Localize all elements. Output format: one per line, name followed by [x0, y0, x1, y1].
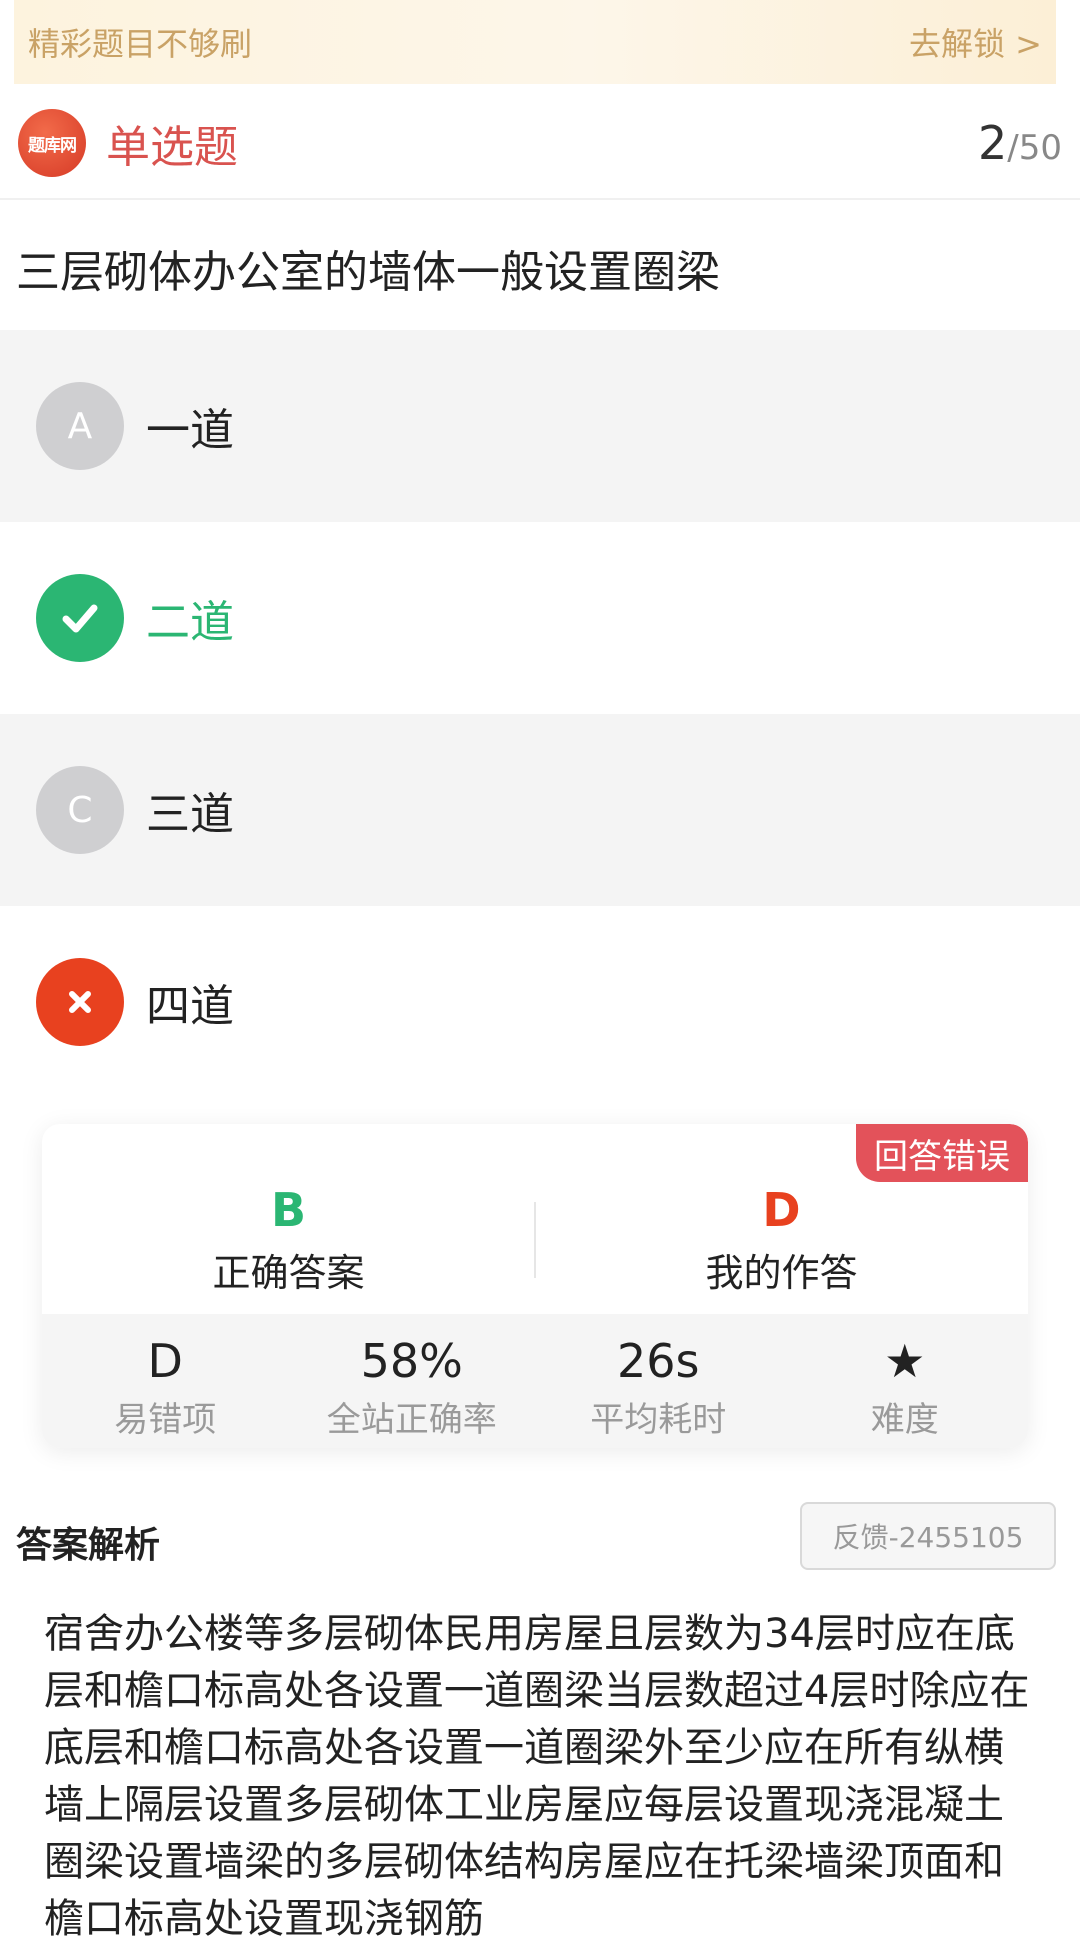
star-icon: ★ — [884, 1334, 926, 1388]
stat-difficulty: ★ 难度 — [782, 1314, 1029, 1448]
feedback-button[interactable]: 反馈-2455105 — [800, 1502, 1056, 1570]
current-question-number: 2 — [978, 116, 1008, 170]
stats-row: D 易错项 58% 全站正确率 26s 平均耗时 ★ 难度 — [42, 1314, 1028, 1448]
my-answer-label: 我的作答 — [705, 1251, 858, 1295]
result-card: B 正确答案 D 我的作答 回答错误 D 易错项 58% 全站正确率 26s 平… — [42, 1124, 1028, 1448]
stat-value: 58% — [360, 1334, 463, 1388]
question-header: 题库网 单选题 2/50 — [0, 88, 1080, 200]
total-questions: /50 — [1007, 128, 1062, 168]
stat-label: 平均耗时 — [590, 1400, 727, 1440]
correct-answer-letter: B — [270, 1183, 307, 1237]
correct-answer: B 正确答案 — [42, 1182, 535, 1297]
option-c-letter: C — [36, 766, 124, 854]
option-b-text: 二道 — [146, 597, 234, 648]
analysis-text: 宿舍办公楼等多层砌体民用房屋且层数为34层时应在底层和檐口标高处各设置一道圈梁当… — [44, 1611, 1030, 1942]
my-answer: D 我的作答 — [535, 1182, 1028, 1297]
close-icon — [36, 958, 124, 1046]
stat-label: 难度 — [870, 1400, 939, 1440]
option-c-text: 三道 — [146, 789, 234, 840]
banner-text: 精彩题目不够刷 — [28, 25, 253, 63]
correct-answer-label: 正确答案 — [212, 1251, 365, 1295]
stat-value: 26s — [617, 1334, 700, 1388]
question-type: 单选题 — [106, 122, 238, 173]
stat-accuracy: 58% 全站正确率 — [289, 1314, 536, 1448]
option-d-text: 四道 — [146, 981, 234, 1032]
option-c[interactable]: C 三道 — [0, 714, 1080, 906]
my-answer-letter: D — [762, 1183, 801, 1237]
option-d[interactable]: 四道 — [0, 906, 1080, 1098]
wrong-answer-badge: 回答错误 — [856, 1124, 1028, 1182]
option-b[interactable]: 二道 — [0, 522, 1080, 714]
question-progress: 2/50 — [978, 116, 1062, 170]
stat-value: D — [147, 1334, 183, 1388]
stat-label: 全站正确率 — [326, 1400, 497, 1440]
app-logo: 题库网 — [18, 109, 86, 177]
analysis-title: 答案解析 — [16, 1525, 161, 1566]
option-a-letter: A — [36, 382, 124, 470]
option-a[interactable]: A 一道 — [0, 330, 1080, 522]
question-text: 三层砌体办公室的墙体一般设置圈梁 — [16, 247, 720, 298]
unlock-link[interactable]: 去解锁 > — [909, 19, 1042, 65]
stat-label: 易错项 — [114, 1400, 217, 1440]
unlock-banner[interactable]: 精彩题目不够刷 去解锁 > — [14, 0, 1056, 84]
stat-common-mistake: D 易错项 — [42, 1314, 289, 1448]
option-a-text: 一道 — [146, 405, 234, 456]
check-icon — [36, 574, 124, 662]
stat-avg-time: 26s 平均耗时 — [535, 1314, 782, 1448]
